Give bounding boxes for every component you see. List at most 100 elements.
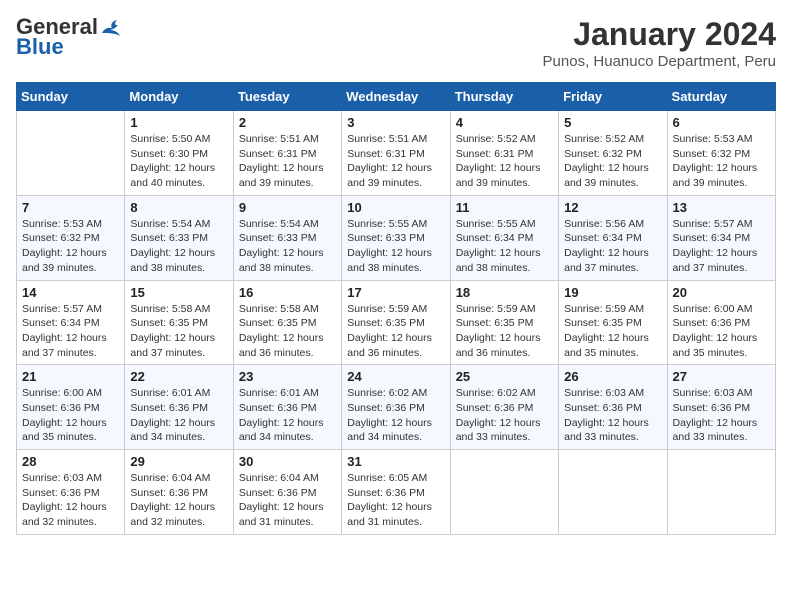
- col-wednesday: Wednesday: [342, 83, 450, 111]
- day-number: 26: [564, 369, 661, 384]
- table-row: 19 Sunrise: 5:59 AMSunset: 6:35 PMDayligh…: [559, 280, 667, 365]
- day-info: Sunrise: 6:03 AMSunset: 6:36 PMDaylight:…: [564, 386, 661, 445]
- calendar-table: Sunday Monday Tuesday Wednesday Thursday…: [16, 82, 776, 535]
- table-row: [450, 450, 558, 535]
- day-number: 6: [673, 115, 770, 130]
- month-year: January 2024: [543, 16, 776, 53]
- day-info: Sunrise: 6:04 AMSunset: 6:36 PMDaylight:…: [130, 471, 227, 530]
- day-number: 28: [22, 454, 119, 469]
- day-info: Sunrise: 5:59 AMSunset: 6:35 PMDaylight:…: [564, 302, 661, 361]
- day-info: Sunrise: 5:54 AMSunset: 6:33 PMDaylight:…: [239, 217, 336, 276]
- table-row: 26 Sunrise: 6:03 AMSunset: 6:36 PMDayligh…: [559, 365, 667, 450]
- table-row: 1 Sunrise: 5:50 AMSunset: 6:30 PMDaylight…: [125, 111, 233, 196]
- day-info: Sunrise: 5:51 AMSunset: 6:31 PMDaylight:…: [239, 132, 336, 191]
- day-info: Sunrise: 5:50 AMSunset: 6:30 PMDaylight:…: [130, 132, 227, 191]
- day-info: Sunrise: 6:01 AMSunset: 6:36 PMDaylight:…: [130, 386, 227, 445]
- day-number: 30: [239, 454, 336, 469]
- day-number: 23: [239, 369, 336, 384]
- table-row: 11 Sunrise: 5:55 AMSunset: 6:34 PMDayligh…: [450, 195, 558, 280]
- col-monday: Monday: [125, 83, 233, 111]
- table-row: 16 Sunrise: 5:58 AMSunset: 6:35 PMDayligh…: [233, 280, 341, 365]
- day-info: Sunrise: 5:55 AMSunset: 6:34 PMDaylight:…: [456, 217, 553, 276]
- logo-blue-text: Blue: [16, 36, 64, 58]
- day-info: Sunrise: 6:02 AMSunset: 6:36 PMDaylight:…: [456, 386, 553, 445]
- day-info: Sunrise: 6:04 AMSunset: 6:36 PMDaylight:…: [239, 471, 336, 530]
- day-info: Sunrise: 6:03 AMSunset: 6:36 PMDaylight:…: [673, 386, 770, 445]
- bird-icon: [100, 19, 122, 37]
- table-row: 22 Sunrise: 6:01 AMSunset: 6:36 PMDayligh…: [125, 365, 233, 450]
- day-info: Sunrise: 5:51 AMSunset: 6:31 PMDaylight:…: [347, 132, 444, 191]
- table-row: 12 Sunrise: 5:56 AMSunset: 6:34 PMDayligh…: [559, 195, 667, 280]
- table-row: 24 Sunrise: 6:02 AMSunset: 6:36 PMDayligh…: [342, 365, 450, 450]
- day-info: Sunrise: 5:59 AMSunset: 6:35 PMDaylight:…: [456, 302, 553, 361]
- day-number: 2: [239, 115, 336, 130]
- day-number: 9: [239, 200, 336, 215]
- day-number: 11: [456, 200, 553, 215]
- table-row: 15 Sunrise: 5:58 AMSunset: 6:35 PMDayligh…: [125, 280, 233, 365]
- day-info: Sunrise: 5:58 AMSunset: 6:35 PMDaylight:…: [239, 302, 336, 361]
- day-number: 22: [130, 369, 227, 384]
- table-row: 29 Sunrise: 6:04 AMSunset: 6:36 PMDayligh…: [125, 450, 233, 535]
- calendar-week-row: 28 Sunrise: 6:03 AMSunset: 6:36 PMDayligh…: [17, 450, 776, 535]
- calendar-week-row: 7Sunrise: 5:53 AMSunset: 6:32 PMDaylight…: [17, 195, 776, 280]
- day-info: Sunrise: 5:58 AMSunset: 6:35 PMDaylight:…: [130, 302, 227, 361]
- table-row: 6 Sunrise: 5:53 AMSunset: 6:32 PMDaylight…: [667, 111, 775, 196]
- day-number: 20: [673, 285, 770, 300]
- day-info: Sunrise: 5:53 AMSunset: 6:32 PMDaylight:…: [673, 132, 770, 191]
- table-row: 3 Sunrise: 5:51 AMSunset: 6:31 PMDaylight…: [342, 111, 450, 196]
- day-info: Sunrise: 6:02 AMSunset: 6:36 PMDaylight:…: [347, 386, 444, 445]
- table-row: 23 Sunrise: 6:01 AMSunset: 6:36 PMDayligh…: [233, 365, 341, 450]
- col-friday: Friday: [559, 83, 667, 111]
- day-number: 5: [564, 115, 661, 130]
- page-header: General Blue January 2024 Punos, Huanuco…: [16, 16, 776, 70]
- day-number: 10: [347, 200, 444, 215]
- calendar-week-row: 1 Sunrise: 5:50 AMSunset: 6:30 PMDaylight…: [17, 111, 776, 196]
- day-info: Sunrise: 5:54 AMSunset: 6:33 PMDaylight:…: [130, 217, 227, 276]
- table-row: 14 Sunrise: 5:57 AMSunset: 6:34 PMDayligh…: [17, 280, 125, 365]
- logo: General Blue: [16, 16, 122, 58]
- day-info: Sunrise: 5:56 AMSunset: 6:34 PMDaylight:…: [564, 217, 661, 276]
- day-info: Sunrise: 6:01 AMSunset: 6:36 PMDaylight:…: [239, 386, 336, 445]
- day-info: Sunrise: 6:05 AMSunset: 6:36 PMDaylight:…: [347, 471, 444, 530]
- day-info: Sunrise: 5:53 AMSunset: 6:32 PMDaylight:…: [22, 217, 119, 276]
- table-row: 17Sunrise: 5:59 AMSunset: 6:35 PMDayligh…: [342, 280, 450, 365]
- table-row: 28 Sunrise: 6:03 AMSunset: 6:36 PMDayligh…: [17, 450, 125, 535]
- table-row: 8Sunrise: 5:54 AMSunset: 6:33 PMDaylight…: [125, 195, 233, 280]
- table-row: 4 Sunrise: 5:52 AMSunset: 6:31 PMDaylight…: [450, 111, 558, 196]
- day-info: Sunrise: 6:00 AMSunset: 6:36 PMDaylight:…: [22, 386, 119, 445]
- day-number: 24: [347, 369, 444, 384]
- day-info: Sunrise: 5:59 AMSunset: 6:35 PMDaylight:…: [347, 302, 444, 361]
- table-row: [667, 450, 775, 535]
- col-sunday: Sunday: [17, 83, 125, 111]
- table-row: [17, 111, 125, 196]
- day-info: Sunrise: 6:03 AMSunset: 6:36 PMDaylight:…: [22, 471, 119, 530]
- day-number: 29: [130, 454, 227, 469]
- calendar-week-row: 21Sunrise: 6:00 AMSunset: 6:36 PMDayligh…: [17, 365, 776, 450]
- table-row: 21Sunrise: 6:00 AMSunset: 6:36 PMDayligh…: [17, 365, 125, 450]
- day-number: 4: [456, 115, 553, 130]
- day-number: 27: [673, 369, 770, 384]
- day-number: 19: [564, 285, 661, 300]
- calendar-week-row: 14 Sunrise: 5:57 AMSunset: 6:34 PMDayligh…: [17, 280, 776, 365]
- location: Punos, Huanuco Department, Peru: [543, 53, 776, 70]
- day-info: Sunrise: 5:55 AMSunset: 6:33 PMDaylight:…: [347, 217, 444, 276]
- table-row: 30 Sunrise: 6:04 AMSunset: 6:36 PMDayligh…: [233, 450, 341, 535]
- title-block: January 2024 Punos, Huanuco Department, …: [543, 16, 776, 70]
- table-row: 10 Sunrise: 5:55 AMSunset: 6:33 PMDayligh…: [342, 195, 450, 280]
- day-info: Sunrise: 5:52 AMSunset: 6:31 PMDaylight:…: [456, 132, 553, 191]
- day-number: 16: [239, 285, 336, 300]
- day-info: Sunrise: 5:57 AMSunset: 6:34 PMDaylight:…: [22, 302, 119, 361]
- day-info: Sunrise: 5:52 AMSunset: 6:32 PMDaylight:…: [564, 132, 661, 191]
- day-number: 1: [130, 115, 227, 130]
- col-thursday: Thursday: [450, 83, 558, 111]
- day-number: 12: [564, 200, 661, 215]
- table-row: 13Sunrise: 5:57 AMSunset: 6:34 PMDayligh…: [667, 195, 775, 280]
- day-number: 3: [347, 115, 444, 130]
- day-info: Sunrise: 6:00 AMSunset: 6:36 PMDaylight:…: [673, 302, 770, 361]
- day-number: 15: [130, 285, 227, 300]
- table-row: 31Sunrise: 6:05 AMSunset: 6:36 PMDayligh…: [342, 450, 450, 535]
- table-row: 18Sunrise: 5:59 AMSunset: 6:35 PMDayligh…: [450, 280, 558, 365]
- day-info: Sunrise: 5:57 AMSunset: 6:34 PMDaylight:…: [673, 217, 770, 276]
- day-number: 14: [22, 285, 119, 300]
- table-row: 27 Sunrise: 6:03 AMSunset: 6:36 PMDayligh…: [667, 365, 775, 450]
